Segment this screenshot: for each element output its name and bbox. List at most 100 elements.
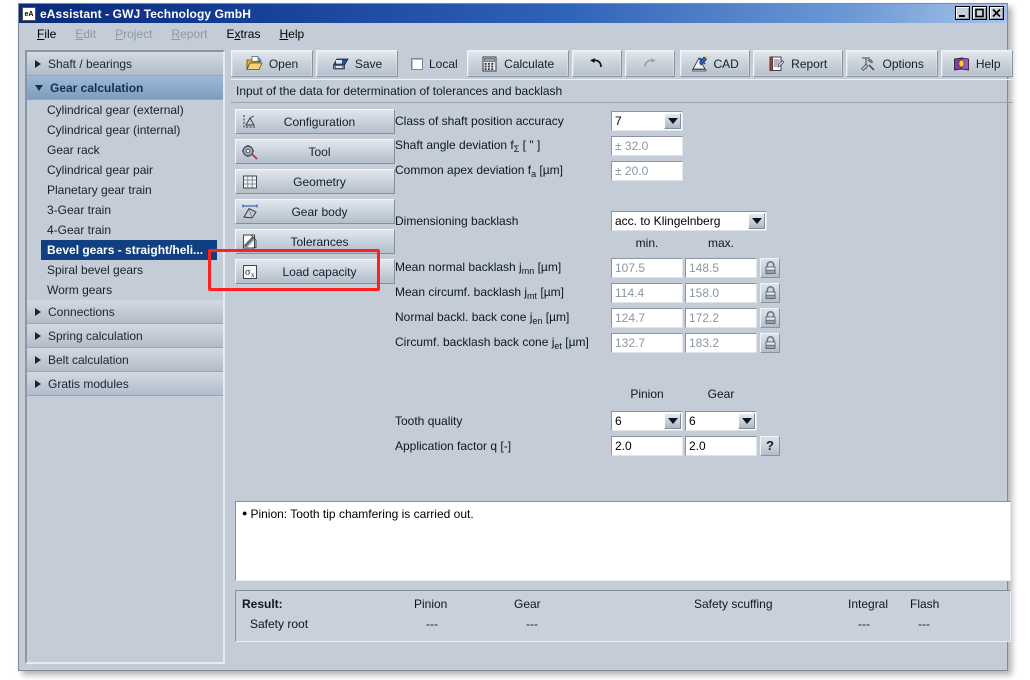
local-checkbox[interactable]: Local <box>401 50 464 77</box>
sidebar-item-label: Cylindrical gear (external) <box>47 103 184 117</box>
dimensioning-backlash-label: Dimensioning backlash <box>395 214 611 228</box>
checkbox-box[interactable] <box>411 58 423 70</box>
shaft-class-label: Class of shaft position accuracy <box>395 114 611 128</box>
tool-button[interactable]: Tool <box>235 139 395 164</box>
lock-button[interactable] <box>760 333 780 353</box>
result-header-flash: Flash <box>910 597 939 611</box>
menu-report[interactable]: Report <box>162 25 217 43</box>
open-button[interactable]: Open <box>231 50 313 77</box>
menu-edit[interactable]: Edit <box>66 25 106 43</box>
calculate-button[interactable]: Calculate <box>467 50 569 77</box>
column-header-gear: Gear <box>685 387 757 401</box>
maximize-button[interactable] <box>972 6 987 20</box>
mean-normal-backlash-label: Mean normal backlash jmn [µm] <box>395 260 611 276</box>
field-row-circumf-backlash-back-cone: Circumf. backlash back cone jet [µm] 132… <box>395 333 780 353</box>
mean-normal-backlash-max[interactable]: 148.5 <box>685 258 757 278</box>
menu-extras[interactable]: Extras <box>217 25 270 43</box>
application-factor-pinion-input[interactable]: 2.0 <box>611 436 683 456</box>
sidebar-item-planetary-gear-train[interactable]: Planetary gear train <box>27 180 223 200</box>
cad-button[interactable]: CAD <box>680 50 750 77</box>
cad-button-label: CAD <box>714 57 739 71</box>
normal-backl-back-cone-min[interactable]: 124.7 <box>611 308 683 328</box>
sidebar-item-bevel-gears-straight-helical[interactable]: Bevel gears - straight/heli... <box>41 240 217 260</box>
sidebar-item-worm-gears[interactable]: Worm gears <box>27 280 223 300</box>
column-header-min: min. <box>611 236 683 250</box>
options-button[interactable]: Options <box>846 50 938 77</box>
mean-circumf-backlash-min[interactable]: 114.4 <box>611 283 683 303</box>
menu-project[interactable]: Project <box>106 25 162 43</box>
chevron-down-icon[interactable] <box>664 413 681 429</box>
undo-arrow-icon <box>588 57 605 70</box>
field-row-application-factor: Application factor q [-] 2.0 2.0 ? <box>395 436 780 456</box>
message-line: ●Pinion: Tooth tip chamfering is carried… <box>242 507 1004 521</box>
tooth-quality-gear-select[interactable]: 6 <box>685 411 757 431</box>
help-button[interactable]: Help <box>941 50 1013 77</box>
report-button[interactable]: Report <box>753 50 843 77</box>
configuration-button[interactable]: Configuration <box>235 109 395 134</box>
tooth-quality-pinion-value: 6 <box>615 414 622 428</box>
sidebar-item-4-gear-train[interactable]: 4-Gear train <box>27 220 223 240</box>
menu-help[interactable]: Help <box>270 25 314 43</box>
undo-button[interactable] <box>572 50 622 77</box>
menu-file[interactable]: File <box>28 25 66 43</box>
sidebar-item-cylindrical-gear-external[interactable]: Cylindrical gear (external) <box>27 100 223 120</box>
sidebar-group-spring-calculation[interactable]: Spring calculation <box>27 324 223 348</box>
common-apex-deviation-input[interactable]: ± 20.0 <box>611 161 683 181</box>
sidebar-item-spiral-bevel-gears[interactable]: Spiral bevel gears <box>27 260 223 280</box>
chevron-down-icon[interactable] <box>748 213 765 229</box>
save-button-label: Save <box>355 57 382 71</box>
dimensioning-backlash-select[interactable]: acc. to Klingelnberg <box>611 211 767 231</box>
sidebar-group-gratis-modules[interactable]: Gratis modules <box>27 372 223 396</box>
tolerances-button[interactable]: Tolerances <box>235 229 395 254</box>
field-row-mean-normal-backlash: Mean normal backlash jmn [µm] 107.5 148.… <box>395 258 780 278</box>
shaft-angle-deviation-input[interactable]: ± 32.0 <box>611 136 683 156</box>
sidebar-item-3-gear-train[interactable]: 3-Gear train <box>27 200 223 220</box>
circumf-backlash-back-cone-min[interactable]: 132.7 <box>611 333 683 353</box>
sidebar-group-connections[interactable]: Connections <box>27 300 223 324</box>
circumf-backlash-back-cone-max[interactable]: 183.2 <box>685 333 757 353</box>
form-area: Configuration <box>231 103 1013 664</box>
bullet-icon: ● <box>242 508 247 518</box>
application-factor-gear-input[interactable]: 2.0 <box>685 436 757 456</box>
minimize-button[interactable] <box>955 6 970 20</box>
circumf-backlash-back-cone-label: Circumf. backlash back cone jet [µm] <box>395 335 611 351</box>
mean-circumf-backlash-max[interactable]: 158.0 <box>685 283 757 303</box>
open-folder-icon <box>246 56 263 72</box>
sidebar-item-gear-rack[interactable]: Gear rack <box>27 140 223 160</box>
main-content-pane: Open Save Local <box>231 50 1013 664</box>
mean-normal-backlash-min[interactable]: 107.5 <box>611 258 683 278</box>
report-button-label: Report <box>791 57 827 71</box>
redo-button[interactable] <box>625 50 675 77</box>
message-box[interactable]: ●Pinion: Tooth tip chamfering is carried… <box>235 501 1011 581</box>
sidebar-item-cylindrical-gear-internal[interactable]: Cylindrical gear (internal) <box>27 120 223 140</box>
navigation-sidebar: Shaft / bearings Gear calculation Cylind… <box>25 50 225 664</box>
result-row-label: Safety root <box>250 617 308 631</box>
sidebar-group-belt-calculation[interactable]: Belt calculation <box>27 348 223 372</box>
save-button[interactable]: Save <box>316 50 398 77</box>
tooth-quality-pinion-select[interactable]: 6 <box>611 411 683 431</box>
lock-button[interactable] <box>760 258 780 278</box>
app-icon: eA <box>22 7 36 21</box>
normal-backl-back-cone-max[interactable]: 172.2 <box>685 308 757 328</box>
chevron-down-icon[interactable] <box>664 113 681 129</box>
chevron-down-icon[interactable] <box>738 413 755 429</box>
report-document-icon <box>768 56 785 72</box>
gear-body-button[interactable]: Gear body <box>235 199 395 224</box>
calculate-button-label: Calculate <box>504 57 554 71</box>
application-factor-help-button[interactable]: ? <box>760 436 780 456</box>
shaft-class-select[interactable]: 7 <box>611 111 683 131</box>
options-tools-icon <box>860 56 877 72</box>
geometry-button[interactable]: Geometry <box>235 169 395 194</box>
sidebar-item-cylindrical-gear-pair[interactable]: Cylindrical gear pair <box>27 160 223 180</box>
open-button-label: Open <box>269 57 298 71</box>
sidebar-group-shaft-bearings[interactable]: Shaft / bearings <box>27 52 223 76</box>
application-factor-label: Application factor q [-] <box>395 439 611 453</box>
field-row-shaft-angle-deviation: Shaft angle deviation fΣ [ " ] ± 32.0 <box>395 136 683 156</box>
lock-button[interactable] <box>760 283 780 303</box>
result-row-gear: --- <box>526 617 538 631</box>
load-capacity-button[interactable]: σ x Load capacity <box>235 259 395 284</box>
close-button[interactable] <box>989 6 1004 20</box>
result-header-pinion: Pinion <box>414 597 447 611</box>
lock-button[interactable] <box>760 308 780 328</box>
sidebar-group-gear-calculation[interactable]: Gear calculation <box>27 76 223 100</box>
